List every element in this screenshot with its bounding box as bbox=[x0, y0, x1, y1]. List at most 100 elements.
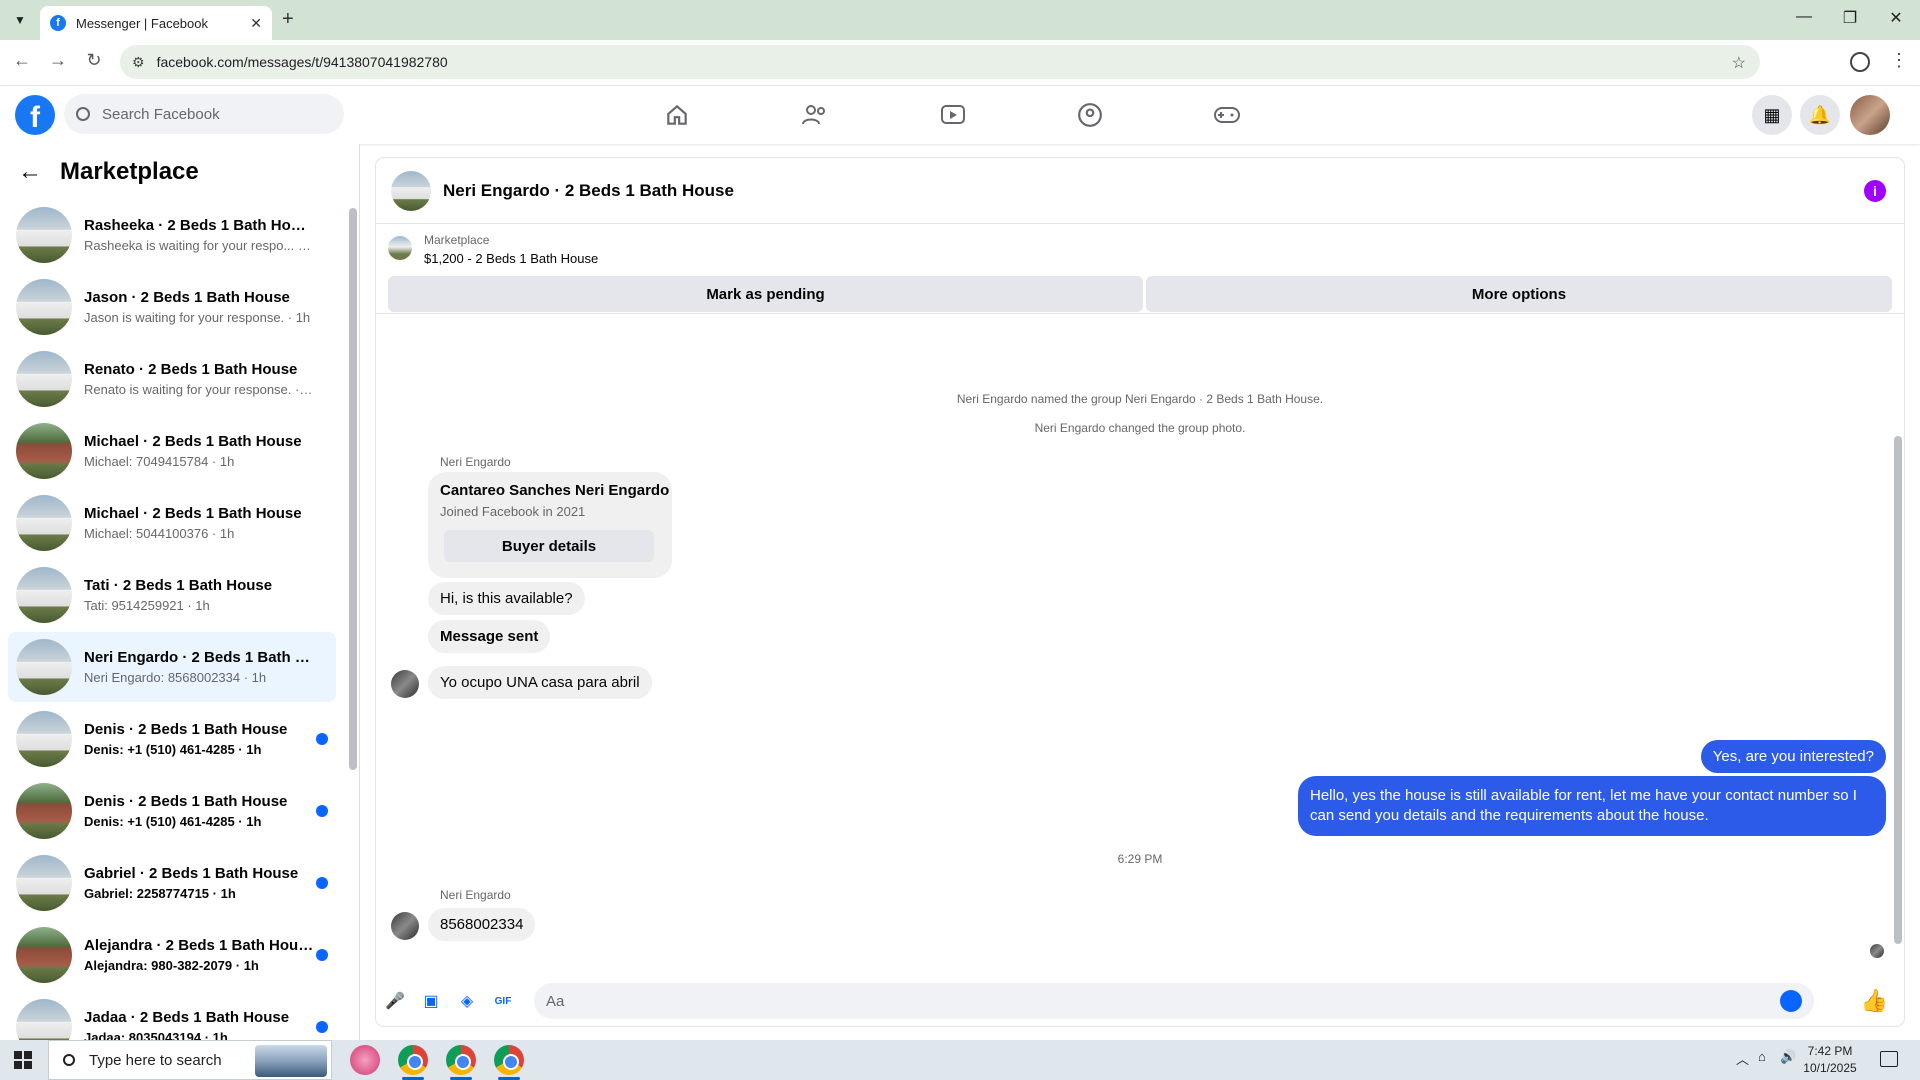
buyer-card: Cantareo Sanches Neri Engardo Joined Fac… bbox=[428, 472, 672, 578]
close-window-icon[interactable]: ✕ bbox=[1876, 8, 1916, 28]
groups-icon[interactable] bbox=[1075, 100, 1105, 130]
forward-icon[interactable]: → bbox=[44, 50, 72, 71]
new-tab-icon[interactable]: + bbox=[282, 8, 294, 31]
home-icon[interactable] bbox=[662, 100, 692, 130]
more-options-button[interactable]: More options bbox=[1146, 276, 1892, 312]
conversation-preview: Alejandra: 980-382-2079 · 1h bbox=[84, 958, 259, 973]
sidebar-scrollbar[interactable] bbox=[349, 208, 357, 770]
bookmark-star-icon[interactable]: ☆ bbox=[1732, 53, 1746, 73]
chat-avatar[interactable] bbox=[391, 170, 431, 211]
conversation-item[interactable]: Denis · 2 Beds 1 Bath House Denis: +1 (51… bbox=[8, 704, 336, 774]
conversation-name: Alejandra · 2 Beds 1 Bath House bbox=[84, 937, 314, 954]
video-icon[interactable] bbox=[938, 100, 968, 130]
conversation-item[interactable]: Michael · 2 Beds 1 Bath House Michael: 70… bbox=[8, 416, 336, 486]
minimize-icon[interactable]: — bbox=[1784, 8, 1824, 26]
conversation-avatar bbox=[16, 639, 72, 695]
conversation-name: Renato · 2 Beds 1 Bath House bbox=[84, 361, 298, 378]
url-field[interactable]: ⚙ facebook.com/messages/t/94138070419827… bbox=[120, 45, 1760, 79]
chrome-icon[interactable] bbox=[446, 1045, 476, 1075]
conversation-item[interactable]: Denis · 2 Beds 1 Bath House Denis: +1 (51… bbox=[8, 776, 336, 846]
facebook-logo-icon[interactable]: f bbox=[15, 95, 55, 135]
app-icon[interactable] bbox=[350, 1045, 380, 1075]
menu-grid-icon[interactable]: ▦ bbox=[1752, 95, 1792, 135]
friends-icon[interactable] bbox=[800, 100, 830, 130]
search-placeholder: Search Facebook bbox=[102, 105, 220, 123]
conversation-text: Michael · 2 Beds 1 Bath House Michael: 70… bbox=[84, 433, 314, 469]
outgoing-message-bubble[interactable]: Hello, yes the house is still available … bbox=[1298, 776, 1886, 836]
chat-header: Neri Engardo · 2 Beds 1 Bath House i bbox=[376, 158, 1904, 224]
taskbar-clock[interactable]: 7:42 PM 10/1/2025 bbox=[1790, 1043, 1870, 1077]
buyer-details-button[interactable]: Buyer details bbox=[444, 530, 654, 562]
browser-menu-icon[interactable]: ⋮ bbox=[1890, 50, 1908, 71]
notifications-bell-icon[interactable]: 🔔 bbox=[1800, 95, 1840, 135]
conversation-item[interactable]: Neri Engardo · 2 Beds 1 Bath Ho... Neri E… bbox=[8, 632, 336, 702]
system-message: Neri Engardo named the group Neri Engard… bbox=[956, 392, 1324, 406]
conversation-avatar bbox=[16, 423, 72, 479]
site-info-icon[interactable]: ⚙ bbox=[132, 54, 145, 71]
conversation-item[interactable]: Tati · 2 Beds 1 Bath House Tati: 95142599… bbox=[8, 560, 336, 630]
listing-title[interactable]: $1,200 - 2 Beds 1 Bath House bbox=[424, 251, 598, 266]
chat-scrollbar[interactable] bbox=[1894, 436, 1902, 944]
profile-avatar[interactable] bbox=[1850, 95, 1890, 135]
unread-dot bbox=[316, 877, 328, 889]
mark-as-pending-button[interactable]: Mark as pending bbox=[388, 276, 1143, 312]
conversation-item[interactable]: Rasheeka · 2 Beds 1 Bath House Rasheeka i… bbox=[8, 200, 336, 270]
info-icon[interactable]: i bbox=[1864, 180, 1886, 202]
conversation-item[interactable]: Renato · 2 Beds 1 Bath House Renato is wa… bbox=[8, 344, 336, 414]
conversation-item[interactable]: Michael · 2 Beds 1 Bath House Michael: 50… bbox=[8, 488, 336, 558]
network-icon[interactable]: ⌂ bbox=[1758, 1049, 1766, 1064]
like-thumbs-up-icon[interactable]: 👍 bbox=[1861, 988, 1888, 1014]
message-bubble[interactable]: Message sent bbox=[428, 620, 551, 653]
conversation-preview: Michael: 7049415784 · 1h bbox=[84, 454, 235, 469]
listing-thumbnail[interactable] bbox=[388, 236, 412, 260]
gaming-icon[interactable] bbox=[1212, 100, 1242, 130]
message-bubble[interactable]: Hi, is this available? bbox=[428, 582, 585, 615]
conversation-item[interactable]: Gabriel · 2 Beds 1 Bath House Gabriel: 22… bbox=[8, 848, 336, 918]
tab-search-icon[interactable]: ▼ bbox=[10, 10, 30, 30]
chrome-icon[interactable] bbox=[494, 1045, 524, 1075]
message-bubble[interactable]: Yo ocupo UNA casa para abril bbox=[428, 666, 652, 699]
url-text: facebook.com/messages/t/9413807041982780 bbox=[156, 54, 448, 70]
back-arrow-icon[interactable]: ← bbox=[18, 158, 42, 186]
conversation-text: Neri Engardo · 2 Beds 1 Bath Ho... Neri E… bbox=[84, 649, 314, 685]
outgoing-message-bubble[interactable]: Yes, are you interested? bbox=[1700, 740, 1886, 773]
sticker-icon[interactable]: ◈ bbox=[456, 990, 478, 1012]
conversation-preview: Gabriel: 2258774715 · 1h bbox=[84, 886, 236, 901]
reload-icon[interactable]: ↻ bbox=[80, 50, 108, 71]
message-input-placeholder: Aa bbox=[546, 992, 565, 1010]
conversation-preview: Jason is waiting for your response. · 1h bbox=[84, 310, 311, 325]
conversation-item[interactable]: Alejandra · 2 Beds 1 Bath House Alejandra… bbox=[8, 920, 336, 990]
microphone-icon[interactable]: 🎤 bbox=[384, 990, 406, 1012]
chat-title[interactable]: Neri Engardo · 2 Beds 1 Bath House bbox=[443, 181, 734, 201]
conversation-name: Denis · 2 Beds 1 Bath House bbox=[84, 721, 288, 738]
taskbar-search-input[interactable]: Type here to search bbox=[48, 1040, 332, 1080]
message-input[interactable]: Aa bbox=[534, 983, 1814, 1019]
emoji-icon[interactable] bbox=[1780, 990, 1802, 1012]
windows-start-icon[interactable] bbox=[14, 1051, 32, 1069]
windows-taskbar: Type here to search ︿ ⌂ 🔊 7:42 PM 10/1/2… bbox=[0, 1040, 1920, 1080]
conversation-avatar bbox=[16, 207, 72, 263]
back-icon[interactable]: ← bbox=[8, 50, 36, 71]
conversation-avatar bbox=[16, 927, 72, 983]
restore-icon[interactable]: ❐ bbox=[1830, 8, 1870, 28]
conversation-preview: Neri Engardo: 8568002334 · 1h bbox=[84, 670, 267, 685]
sender-avatar[interactable] bbox=[391, 912, 419, 940]
message-bubble[interactable]: 8568002334 bbox=[428, 908, 536, 941]
search-input[interactable]: Search Facebook bbox=[64, 94, 344, 134]
buyer-name: Cantareo Sanches Neri Engardo bbox=[440, 482, 670, 499]
sender-avatar[interactable] bbox=[391, 670, 419, 698]
conversation-item[interactable]: Jason · 2 Beds 1 Bath House Jason is wait… bbox=[8, 272, 336, 342]
marketplace-label: Marketplace bbox=[424, 233, 490, 247]
message-timestamp: 6:29 PM bbox=[1117, 852, 1163, 866]
attach-photo-icon[interactable]: ▣ bbox=[420, 990, 442, 1012]
browser-tab[interactable]: f Messenger | Facebook ✕ bbox=[40, 6, 272, 40]
browser-profile-icon[interactable] bbox=[1850, 52, 1870, 72]
tray-chevron-icon[interactable]: ︿ bbox=[1736, 1049, 1749, 1068]
chrome-icon[interactable] bbox=[398, 1045, 428, 1075]
conversation-avatar bbox=[16, 351, 72, 407]
address-bar-row: ← → ↻ ⚙ facebook.com/messages/t/94138070… bbox=[0, 40, 1920, 86]
gif-icon[interactable]: GIF bbox=[492, 990, 514, 1012]
search-icon bbox=[63, 1054, 75, 1066]
notification-center-icon[interactable] bbox=[1880, 1051, 1898, 1067]
tab-close-icon[interactable]: ✕ bbox=[250, 15, 262, 32]
